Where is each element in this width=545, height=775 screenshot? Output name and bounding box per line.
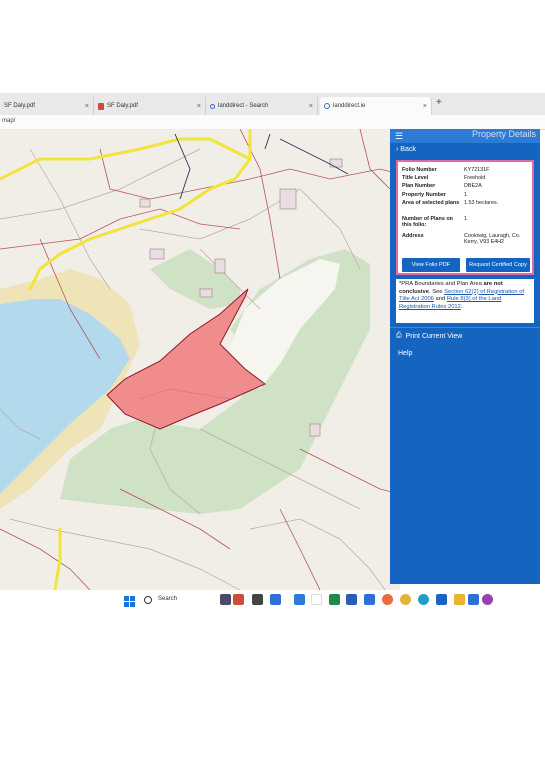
new-tab-button[interactable]: + bbox=[436, 97, 442, 108]
file-explorer-icon[interactable] bbox=[454, 594, 465, 605]
tab-sf-daly-1[interactable]: SF Daly.pdf × bbox=[0, 97, 94, 115]
panel-header: ☰ Property Details bbox=[390, 129, 540, 143]
back-button[interactable]: › Back bbox=[396, 146, 416, 153]
tab-landdirect-search[interactable]: landdirect - Search × bbox=[206, 97, 318, 115]
globe-icon bbox=[324, 103, 330, 109]
panel-divider bbox=[390, 327, 540, 328]
print-current-view-button[interactable]: ⎙ Print Current View bbox=[396, 332, 462, 340]
browser-tab-bar: SF Daly.pdf × SF Daly.pdf × landdirect -… bbox=[0, 93, 545, 115]
request-certified-copy-button[interactable]: Request Certified Copy bbox=[466, 258, 530, 272]
chrome-icon[interactable] bbox=[400, 594, 411, 605]
close-tab-icon[interactable]: × bbox=[309, 103, 313, 110]
taskbar-search-icon[interactable] bbox=[144, 596, 152, 604]
tab-sf-daly-2[interactable]: SF Daly.pdf × bbox=[94, 97, 206, 115]
chevron-right-icon: › bbox=[396, 146, 399, 153]
close-tab-icon[interactable]: × bbox=[197, 103, 201, 110]
teams-icon[interactable] bbox=[294, 594, 305, 605]
menu-icon[interactable]: ☰ bbox=[395, 131, 403, 142]
close-tab-icon[interactable]: × bbox=[423, 103, 427, 110]
map-svg bbox=[0, 129, 400, 590]
disclaimer-notice: *PRA Boundaries and Plan Area are not co… bbox=[396, 279, 534, 323]
help-link[interactable]: Help bbox=[398, 350, 412, 357]
close-tab-icon[interactable]: × bbox=[85, 103, 89, 110]
search-icon bbox=[210, 103, 215, 109]
widgets-icon[interactable] bbox=[233, 594, 244, 605]
pdf-icon bbox=[98, 102, 104, 110]
windows-start-icon[interactable] bbox=[124, 594, 135, 607]
url-text: map/ bbox=[2, 118, 16, 124]
edge-icon[interactable] bbox=[418, 594, 429, 605]
word-icon[interactable] bbox=[346, 594, 357, 605]
app-icon[interactable] bbox=[252, 594, 263, 605]
address-bar[interactable]: map/ bbox=[0, 115, 545, 130]
outlook-icon[interactable] bbox=[436, 594, 447, 605]
map-canvas[interactable] bbox=[0, 129, 400, 590]
excel-icon[interactable] bbox=[329, 594, 340, 605]
app-icon[interactable] bbox=[311, 594, 322, 605]
task-view-icon[interactable] bbox=[220, 594, 231, 605]
taskbar-search-label[interactable]: Search bbox=[158, 596, 177, 602]
firefox-icon[interactable] bbox=[382, 594, 393, 605]
app-icon[interactable] bbox=[270, 594, 281, 605]
app-icon[interactable] bbox=[468, 594, 479, 605]
property-details-panel: ☰ Property Details › Back Folio Number K… bbox=[390, 129, 540, 584]
taskbar: Search bbox=[118, 589, 498, 611]
view-folio-pdf-button[interactable]: View Folio PDF bbox=[402, 258, 460, 272]
dark-roads bbox=[174, 133, 349, 200]
tab-landdirect[interactable]: landdirect.ie × bbox=[320, 97, 432, 115]
printer-icon: ⎙ bbox=[396, 332, 402, 339]
app-icon[interactable] bbox=[364, 594, 375, 605]
property-details-card: Folio Number KY72131F Title Level Freeho… bbox=[396, 160, 534, 275]
panel-title: Property Details bbox=[471, 129, 536, 139]
app-icon[interactable] bbox=[482, 594, 493, 605]
